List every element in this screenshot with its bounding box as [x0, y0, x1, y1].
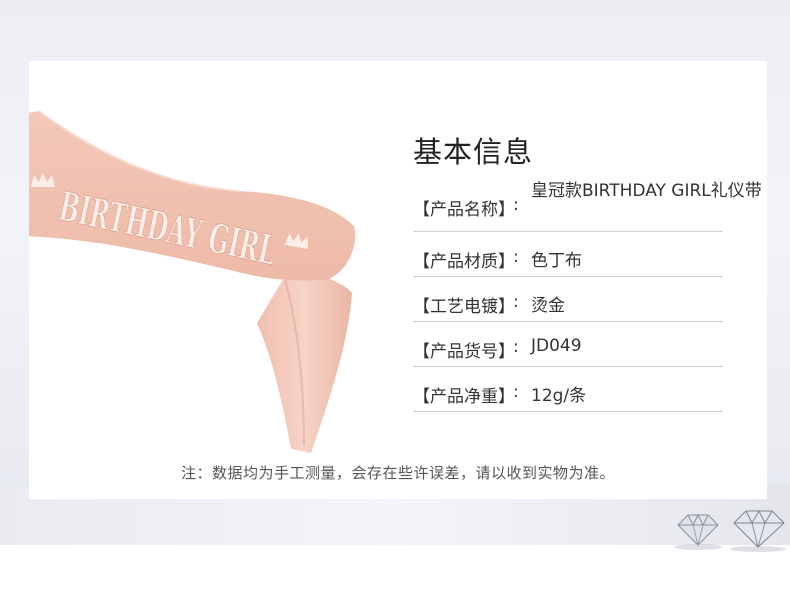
info-table: 【产品名称】 : 皇冠款BIRTHDAY GIRL礼仪带 【产品材质】 : 色丁… — [413, 181, 762, 412]
info-row-colon: : — [513, 382, 519, 402]
info-row-colon: : — [513, 337, 519, 357]
diamond-icon — [674, 513, 722, 550]
info-row-colon: : — [513, 292, 519, 312]
info-row-label: 【产品名称】 — [413, 200, 515, 220]
info-row-craft: 【工艺电镀】 : 烫金 — [413, 277, 723, 322]
info-row-weight: 【产品净重】 : 12g/条 — [413, 367, 723, 412]
info-row-value: 12g/条 — [531, 386, 587, 406]
info-row-label: 【产品净重】 — [413, 387, 515, 407]
diamond-icon — [730, 509, 786, 552]
info-row-label: 【产品材质】 — [413, 252, 515, 272]
info-row-sku: 【产品货号】 : JD049 — [413, 322, 723, 367]
info-title: 基本信息 — [413, 135, 534, 169]
info-row-label: 【产品货号】 — [413, 342, 515, 362]
product-info-card: BIRTHDAY GIRL 基本信息 【产品名称】 : 皇冠款BIRTHDAY … — [9, 61, 767, 499]
sash-photo: BIRTHDAY GIRL — [9, 61, 429, 499]
info-row-colon: : — [513, 195, 519, 215]
info-row-material: 【产品材质】 : 色丁布 — [413, 232, 723, 277]
info-row-value: JD049 — [531, 336, 582, 356]
info-row-value: 烫金 — [531, 296, 565, 316]
info-row-colon: : — [513, 247, 519, 267]
measurement-note: 注：数据均为手工测量，会存在些许误差，请以收到实物为准。 — [180, 464, 615, 482]
diamond-decoration — [668, 505, 790, 555]
info-row-name: 【产品名称】 : 皇冠款BIRTHDAY GIRL礼仪带 — [413, 181, 762, 232]
info-row-value: 色丁布 — [531, 251, 582, 271]
info-row-label: 【工艺电镀】 — [413, 297, 515, 317]
info-row-value: 皇冠款BIRTHDAY GIRL礼仪带 — [531, 181, 762, 201]
